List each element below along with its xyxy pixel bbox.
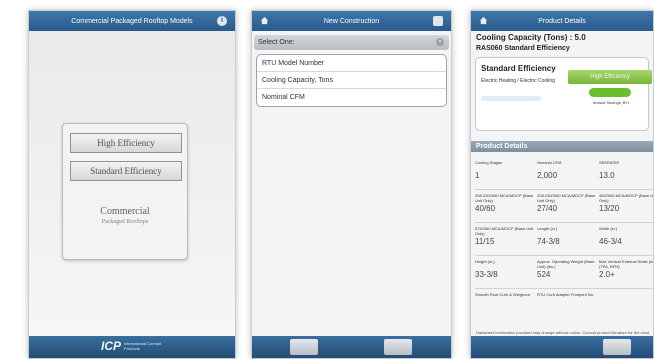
- brand-subtitle: Packaged Rooftops: [101, 219, 149, 225]
- select-label: Select One:: [258, 39, 295, 46]
- spec-label: Smooth Roof Curb & Weighout: [475, 292, 530, 297]
- spec-cell: Nominal CFM 2,000: [537, 160, 597, 180]
- tab-button-left[interactable]: [290, 339, 318, 355]
- spec-cell: 460/3/60 MCA/MOCP (Base Unit Only) 13/20: [599, 193, 654, 213]
- standard-efficiency-button[interactable]: Standard Efficiency: [70, 161, 182, 181]
- spec-value: 74-3/8: [537, 237, 560, 246]
- spec-cell: 208-230/3/60 MCA/MOCP (Base Unit Only) 40…: [475, 193, 535, 213]
- title-bar-text: Product Details: [538, 17, 586, 25]
- efficiency-card: Standard Efficiency Electric Heating / E…: [475, 57, 652, 131]
- spec-value: 524: [537, 270, 551, 279]
- main-area: High Efficiency Standard Efficiency Comm…: [29, 31, 235, 336]
- savings-label: Annual Savings, $Yr: [592, 100, 630, 105]
- spec-cell: Max Vertical External Static (in.) (TPA,…: [599, 259, 654, 279]
- brand-title: Commercial: [100, 206, 150, 217]
- spec-label: Nominal CFM: [537, 160, 562, 165]
- spec-label: 575/3/60 MCA/MOCP (Base Unit Only): [475, 226, 534, 236]
- spec-label: Approx. Operating Weight (Base Unit) (lb…: [537, 259, 595, 269]
- footer-bar: ICP International Comfort Products: [29, 336, 235, 358]
- spec-value: 11/15: [475, 237, 495, 246]
- spec-label: Max Vertical External Static (in.) (TPA,…: [599, 259, 654, 269]
- table-row: 575/3/60 MCA/MOCP (Base Unit Only) 11/15 …: [475, 223, 653, 256]
- spec-cell: Width (in.) 46-3/4: [599, 226, 653, 246]
- screen-product-details: Product Details Cooling Capacity (Tons) …: [470, 10, 654, 359]
- spec-table: Cooling Stages 1 Nominal CFM 2,000 SEER/EE…: [475, 157, 653, 322]
- logo-text: International Comfort Products: [124, 341, 162, 351]
- spec-cell: Cooling Stages 1: [475, 160, 535, 180]
- icp-logo: ICP International Comfort Products: [101, 338, 165, 354]
- spec-cell: 575/3/60 MCA/MOCP (Base Unit Only) 11/15: [475, 226, 535, 246]
- tab-button-right[interactable]: [603, 339, 631, 355]
- spec-value: 13/20: [599, 204, 620, 213]
- spec-label: RTU Curb Adapter Footprint No.: [537, 292, 595, 297]
- section-header: Product Details: [471, 141, 653, 152]
- spec-cell: Height (in.) 33-3/8: [475, 259, 535, 279]
- model-name: RAS060 Standard Efficiency: [476, 45, 570, 52]
- high-efficiency-button[interactable]: High Efficiency: [70, 133, 182, 153]
- table-row: Height (in.) 33-3/8 Approx. Operating Wei…: [475, 256, 653, 289]
- title-bar-text: New Construction: [323, 17, 380, 25]
- home-icon[interactable]: [260, 16, 269, 25]
- logo-mark: ICP: [101, 339, 122, 353]
- select-header: Select One: ×: [254, 35, 449, 50]
- spec-value: 33-3/8: [475, 270, 498, 279]
- table-row: Cooling Stages 1 Nominal CFM 2,000 SEER/EE…: [475, 157, 653, 190]
- spec-label: Height (in.): [475, 259, 495, 264]
- spec-value: 46-3/4: [599, 237, 622, 246]
- spec-label: SEER/EER: [599, 160, 620, 165]
- settings-icon[interactable]: [433, 16, 443, 26]
- efficiency-description: Electric Heating / Electric Cooling: [481, 78, 555, 84]
- option-list: RTU Model Number Cooling Capacity, Tons …: [256, 54, 447, 107]
- info-icon[interactable]: i: [217, 16, 227, 26]
- spec-label: 208-230/3/60 MCA/MOCP (Base Unit Only): [537, 193, 596, 203]
- table-row: 208-230/3/60 MCA/MOCP (Base Unit Only) 40…: [475, 190, 653, 223]
- spec-label: 208-230/3/60 MCA/MOCP (Base Unit Only): [475, 193, 534, 203]
- tab-bar: [471, 336, 653, 358]
- spec-value: 40/60: [475, 204, 496, 213]
- spec-cell: Approx. Operating Weight (Base Unit) (lb…: [537, 259, 597, 279]
- high-efficiency-button[interactable]: High Efficiency: [568, 70, 652, 84]
- tab-button-right[interactable]: [384, 339, 412, 355]
- table-row: Smooth Roof Curb & Weighout RTU Curb Ada…: [475, 289, 653, 322]
- spec-value: 1: [475, 171, 480, 180]
- screen-rooftop-models: Commercial Packaged Rooftop Models i Hig…: [28, 10, 236, 359]
- option-cooling-capacity[interactable]: Cooling Capacity, Tons: [257, 72, 446, 89]
- spec-cell: RTU Curb Adapter Footprint No.: [537, 292, 597, 303]
- efficiency-title: Standard Efficiency: [481, 64, 556, 73]
- spec-cell: Smooth Roof Curb & Weighout: [475, 292, 535, 303]
- title-bar-text: Commercial Packaged Rooftop Models: [71, 17, 193, 25]
- spec-label: Cooling Stages: [475, 160, 503, 165]
- spec-label: 460/3/60 MCA/MOCP (Base Unit Only): [599, 193, 654, 203]
- title-bar: New Construction: [252, 11, 451, 31]
- title-bar: Commercial Packaged Rooftop Models i: [29, 11, 235, 31]
- screen-new-construction: New Construction Select One: × RTU Model…: [251, 10, 452, 359]
- spec-cell: Length (in.) 74-3/8: [537, 226, 597, 246]
- title-bar: Product Details: [471, 11, 653, 31]
- spec-label: Length (in.): [537, 226, 558, 231]
- spec-value: 2.0+: [599, 270, 615, 279]
- option-nominal-cfm[interactable]: Nominal CFM: [257, 89, 446, 106]
- spec-value: 13.0: [599, 171, 615, 180]
- efficiency-link[interactable]: [481, 96, 541, 101]
- tab-bar: [252, 336, 451, 358]
- spec-cell: SEER/EER 13.0: [599, 160, 653, 180]
- home-icon[interactable]: [479, 16, 488, 25]
- model-selection-card: High Efficiency Standard Efficiency Comm…: [62, 123, 188, 260]
- close-icon[interactable]: ×: [436, 38, 444, 46]
- spec-label: Width (in.): [599, 226, 618, 231]
- savings-gauge: [589, 88, 631, 97]
- option-rtu-model-number[interactable]: RTU Model Number: [257, 55, 446, 72]
- capacity-heading: Cooling Capacity (Tons) : 5.0: [476, 33, 586, 42]
- spec-value: 2,000: [537, 171, 558, 180]
- spec-value: 27/40: [537, 204, 558, 213]
- spec-cell: 208-230/3/60 MCA/MOCP (Base Unit Only) 27…: [537, 193, 597, 213]
